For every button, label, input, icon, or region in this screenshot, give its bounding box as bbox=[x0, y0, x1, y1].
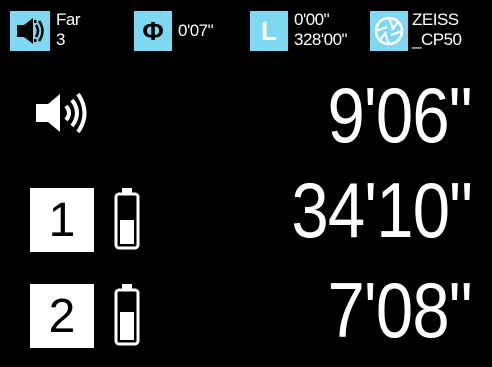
speaker-box-icon[interactable] bbox=[10, 11, 50, 51]
channel-1-distance: 34'10" bbox=[291, 166, 473, 254]
diameter-value: 0'07" bbox=[178, 21, 214, 40]
display-screen: Far 3 Φ 0'07" L 0'00" 328'00" ZEISS _CP5… bbox=[0, 0, 492, 367]
speaker-volume-icon[interactable] bbox=[28, 86, 92, 140]
lens-brand: ZEISS bbox=[412, 10, 459, 29]
battery-icon bbox=[114, 188, 140, 250]
phi-glyph: Φ bbox=[142, 15, 164, 46]
channel-2-distance: 7'08" bbox=[327, 266, 473, 354]
primary-distance: 9'06" bbox=[327, 71, 473, 159]
length-bottom: 328'00" bbox=[294, 30, 348, 49]
lens-aperture-icon[interactable] bbox=[370, 11, 408, 51]
length-glyph: L bbox=[261, 15, 277, 46]
lens-model: _CP50 bbox=[412, 30, 462, 49]
channel-2-label[interactable]: 2 bbox=[30, 284, 94, 348]
length-L-icon[interactable]: L bbox=[250, 11, 288, 51]
length-top: 0'00" bbox=[294, 10, 330, 29]
mode-value: 3 bbox=[56, 30, 65, 49]
mode-label: Far bbox=[56, 10, 81, 29]
phi-icon[interactable]: Φ bbox=[134, 11, 172, 51]
battery-icon bbox=[114, 284, 140, 346]
channel-1-label[interactable]: 1 bbox=[30, 188, 94, 252]
